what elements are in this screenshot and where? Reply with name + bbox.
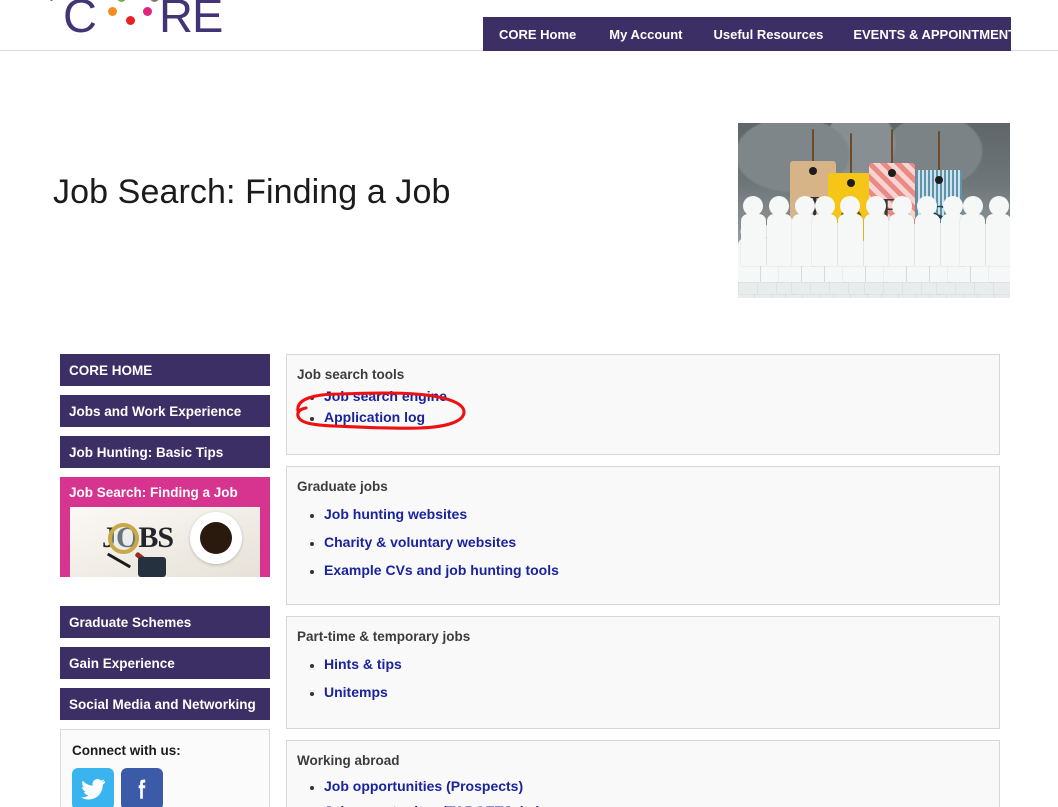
sidebar-navigation: CORE HOME Jobs and Work Experience Job H…: [60, 354, 270, 807]
connect-with-us-box: Connect with us:: [60, 729, 270, 807]
crowd-figure: [863, 196, 889, 266]
sidebar-item-graduate-schemes[interactable]: Graduate Schemes: [60, 606, 270, 638]
list-item: Job opportunities (Prospects): [324, 778, 999, 796]
panel-link-list: Job search engine Application log: [287, 388, 999, 440]
site-logo[interactable]: The C RE: [46, 0, 246, 42]
panel-link-list: Job opportunities (Prospects) Job opport…: [287, 774, 999, 807]
crowd-figure: [914, 196, 940, 266]
logo-dot-orange: [108, 7, 117, 16]
link-job-search-engine[interactable]: Job search engine: [324, 388, 447, 404]
panel-title: Part-time & temporary jobs: [297, 629, 471, 644]
panel-title: Job search tools: [297, 367, 405, 382]
link-hints-tips[interactable]: Hints & tips: [324, 656, 402, 672]
connect-with-us-title: Connect with us:: [72, 743, 181, 758]
sidebar-item-label: Job Hunting: Basic Tips: [69, 444, 224, 460]
list-item: Job hunting websites: [324, 506, 999, 524]
sidebar-item-label: CORE HOME: [69, 362, 153, 378]
logo-dot-pink: [143, 7, 152, 16]
panel-part-time-temporary-jobs: Part-time & temporary jobs Hints & tips …: [286, 616, 1000, 729]
main-navigation: CORE Home My Account Useful Resources EV…: [483, 17, 1025, 51]
logo-dot-green: [117, 0, 126, 2]
nav-item-useful-resources[interactable]: Useful Resources: [714, 27, 824, 42]
panel-job-search-tools: Job search tools Job search engine Appli…: [286, 354, 1000, 455]
list-item: Application log: [324, 409, 999, 427]
panel-working-abroad: Working abroad Job opportunities (Prospe…: [286, 740, 1000, 807]
list-item: Job opportunites (TARGETJobs): [324, 803, 999, 807]
sidebar-item-label: Jobs and Work Experience: [69, 403, 242, 419]
tag-string: [891, 129, 893, 165]
sidebar-item-job-hunting-basic-tips[interactable]: Job Hunting: Basic Tips: [60, 436, 270, 468]
site-header: The C RE CORE Home My Account Useful Res…: [0, 0, 1058, 51]
hero-crowd: [738, 196, 1010, 298]
tag-string: [812, 129, 814, 163]
nav-item-my-account[interactable]: My Account: [609, 27, 682, 42]
list-item: Unitemps: [324, 684, 999, 702]
crowd-figure: [889, 196, 915, 266]
tag-string: [850, 133, 852, 175]
sidebar-item-jobs-and-work-experience[interactable]: Jobs and Work Experience: [60, 395, 270, 427]
panel-title: Graduate jobs: [297, 479, 388, 494]
hero-image: J O B S: [738, 123, 1010, 298]
crowd-figure: [812, 196, 838, 266]
sidebar-item-label: Social Media and Networking: [69, 696, 256, 712]
link-job-hunting-websites[interactable]: Job hunting websites: [324, 506, 467, 522]
sidebar-item-core-home[interactable]: CORE HOME: [60, 354, 270, 386]
panel-link-list: Hints & tips Unitemps: [287, 650, 999, 715]
nav-item-events-appointments[interactable]: EVENTS & APPOINTMENTS: [853, 27, 1024, 42]
list-item: Hints & tips: [324, 656, 999, 674]
panel-title: Working abroad: [297, 753, 400, 768]
link-charity-voluntary-websites[interactable]: Charity & voluntary websites: [324, 534, 516, 550]
link-example-cvs-and-job-hunting-tools[interactable]: Example CVs and job hunting tools: [324, 562, 559, 578]
crowd-figure: [766, 196, 792, 266]
crowd-figure: [986, 196, 1010, 266]
main-content: Job search tools Job search engine Appli…: [286, 354, 1000, 807]
sidebar-item-gain-experience[interactable]: Gain Experience: [60, 647, 270, 679]
sidebar-item-label: Graduate Schemes: [69, 614, 192, 630]
crowd-figure: [837, 196, 863, 266]
link-application-log[interactable]: Application log: [324, 409, 425, 425]
list-item: Example CVs and job hunting tools: [324, 562, 999, 580]
magnifier-icon: [108, 523, 139, 554]
tag-string: [938, 131, 940, 172]
facebook-icon[interactable]: [121, 768, 163, 807]
crowd-figure: [740, 196, 766, 266]
page-title: Job Search: Finding a Job: [53, 173, 451, 211]
sidebar-item-label: Gain Experience: [69, 655, 175, 671]
logo-letter-c: C: [63, 0, 97, 42]
link-unitemps[interactable]: Unitemps: [324, 684, 388, 700]
sidebar-item-job-search-finding-a-job[interactable]: Job Search: Finding a Job JOBS: [60, 477, 270, 577]
list-item: Job search engine: [324, 388, 999, 406]
link-job-opportunities-prospects[interactable]: Job opportunities (Prospects): [324, 778, 523, 794]
crowd-figure: [960, 196, 986, 266]
link-job-opportunites-targetjobs[interactable]: Job opportunites (TARGETJobs): [324, 803, 541, 807]
sidebar-item-label: Job Search: Finding a Job: [69, 485, 238, 500]
panel-graduate-jobs: Graduate jobs Job hunting websites Chari…: [286, 466, 1000, 605]
logo-dot-red: [126, 16, 135, 25]
sidebar-item-social-media-and-networking[interactable]: Social Media and Networking: [60, 688, 270, 720]
nav-item-core-home[interactable]: CORE Home: [499, 27, 576, 42]
twitter-icon[interactable]: [72, 768, 114, 807]
phone-icon: [138, 557, 166, 577]
sidebar-thumbnail-image: JOBS: [70, 507, 260, 577]
panel-link-list: Job hunting websites Charity & voluntary…: [287, 500, 999, 593]
page-body: Job Search: Finding a Job J O B S CORE H…: [0, 51, 1058, 807]
list-item: Charity & voluntary websites: [324, 534, 999, 552]
coffee-liquid: [200, 522, 232, 554]
social-links: [72, 768, 269, 807]
logo-dot-grey: [150, 0, 159, 2]
logo-letters-re: RE: [159, 0, 223, 42]
